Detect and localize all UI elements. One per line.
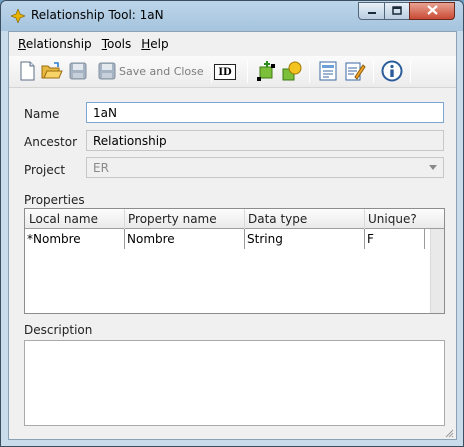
ancestor-label: Ancestor xyxy=(24,135,78,149)
edit-button[interactable] xyxy=(343,60,367,84)
id-icon: ID xyxy=(214,64,236,80)
name-label: Name xyxy=(24,107,60,121)
menubar: Relationship Tools Help xyxy=(9,32,456,56)
cell-property-name[interactable]: Nombre xyxy=(125,229,245,249)
menu-relationship[interactable]: Relationship xyxy=(13,34,97,54)
open-button[interactable] xyxy=(40,60,64,84)
close-button[interactable] xyxy=(409,2,455,20)
app-icon xyxy=(10,8,26,24)
cell-data-type[interactable]: String xyxy=(245,229,365,249)
header-separator xyxy=(244,209,245,229)
save-close-icon xyxy=(98,62,116,83)
cell-local-name[interactable]: *Nombre xyxy=(25,229,125,249)
maximize-button[interactable] xyxy=(384,2,410,20)
chevron-down-icon xyxy=(429,165,437,170)
ancestor-field: Relationship xyxy=(86,130,444,151)
vertical-scrollbar[interactable] xyxy=(430,229,444,313)
description-textarea[interactable] xyxy=(24,340,445,426)
save-and-close-label[interactable]: Save and Close xyxy=(119,65,204,78)
cell-unique[interactable]: F xyxy=(365,229,425,249)
shapes-button[interactable] xyxy=(280,60,304,84)
column-header-local-name[interactable]: Local name xyxy=(29,212,98,226)
save-close-button[interactable] xyxy=(95,60,119,84)
save-icon xyxy=(69,62,87,83)
header-separator xyxy=(364,209,365,229)
toolbar-separator xyxy=(247,61,248,83)
project-value: ER xyxy=(93,161,109,175)
save-button[interactable] xyxy=(66,60,90,84)
toolbar-separator xyxy=(309,61,310,83)
table-row[interactable]: *Nombre Nombre String F xyxy=(25,229,430,249)
description-label: Description xyxy=(24,323,93,337)
info-button[interactable] xyxy=(380,60,404,84)
column-header-property-name[interactable]: Property name xyxy=(128,212,217,226)
table-header: Local name Property name Data type Uniqu… xyxy=(25,209,444,229)
window-title: Relationship Tool: 1aN xyxy=(31,8,164,22)
menu-tools[interactable]: Tools xyxy=(97,34,137,54)
new-document-button[interactable] xyxy=(15,60,39,84)
info-icon xyxy=(381,60,403,85)
shapes-icon xyxy=(281,60,303,85)
properties-table: Local name Property name Data type Uniqu… xyxy=(24,208,445,314)
toolbar-separator xyxy=(410,61,411,83)
project-label: Project xyxy=(24,163,66,177)
relationship-tool-window: Relationship Tool: 1aN Relationship Tool… xyxy=(0,0,464,447)
list-icon xyxy=(319,61,337,84)
properties-label: Properties xyxy=(24,193,85,207)
toolbar-separator xyxy=(373,61,374,83)
minimize-button[interactable] xyxy=(358,2,385,20)
project-select[interactable]: ER xyxy=(86,157,444,178)
id-icon-label: ID xyxy=(218,66,232,78)
maximize-icon xyxy=(392,4,402,18)
id-button[interactable]: ID xyxy=(212,60,238,84)
list-button[interactable] xyxy=(316,60,340,84)
column-header-unique[interactable]: Unique? xyxy=(368,212,417,226)
client-area: Relationship Tools Help Save and Close I… xyxy=(8,31,457,440)
new-document-icon xyxy=(18,61,36,84)
menu-help[interactable]: Help xyxy=(136,34,173,54)
name-input[interactable] xyxy=(86,102,444,123)
toolbar: Save and Close ID xyxy=(9,56,456,88)
close-icon xyxy=(426,4,438,18)
title-bar[interactable]: Relationship Tool: 1aN xyxy=(1,1,463,31)
resize-grip-icon[interactable] xyxy=(444,427,454,438)
edit-icon xyxy=(344,60,366,85)
header-separator xyxy=(124,209,125,229)
minimize-icon xyxy=(367,4,377,18)
column-header-data-type[interactable]: Data type xyxy=(248,212,307,226)
add-entity-button[interactable] xyxy=(254,60,278,84)
open-folder-icon xyxy=(41,61,63,83)
add-entity-icon xyxy=(255,60,277,85)
